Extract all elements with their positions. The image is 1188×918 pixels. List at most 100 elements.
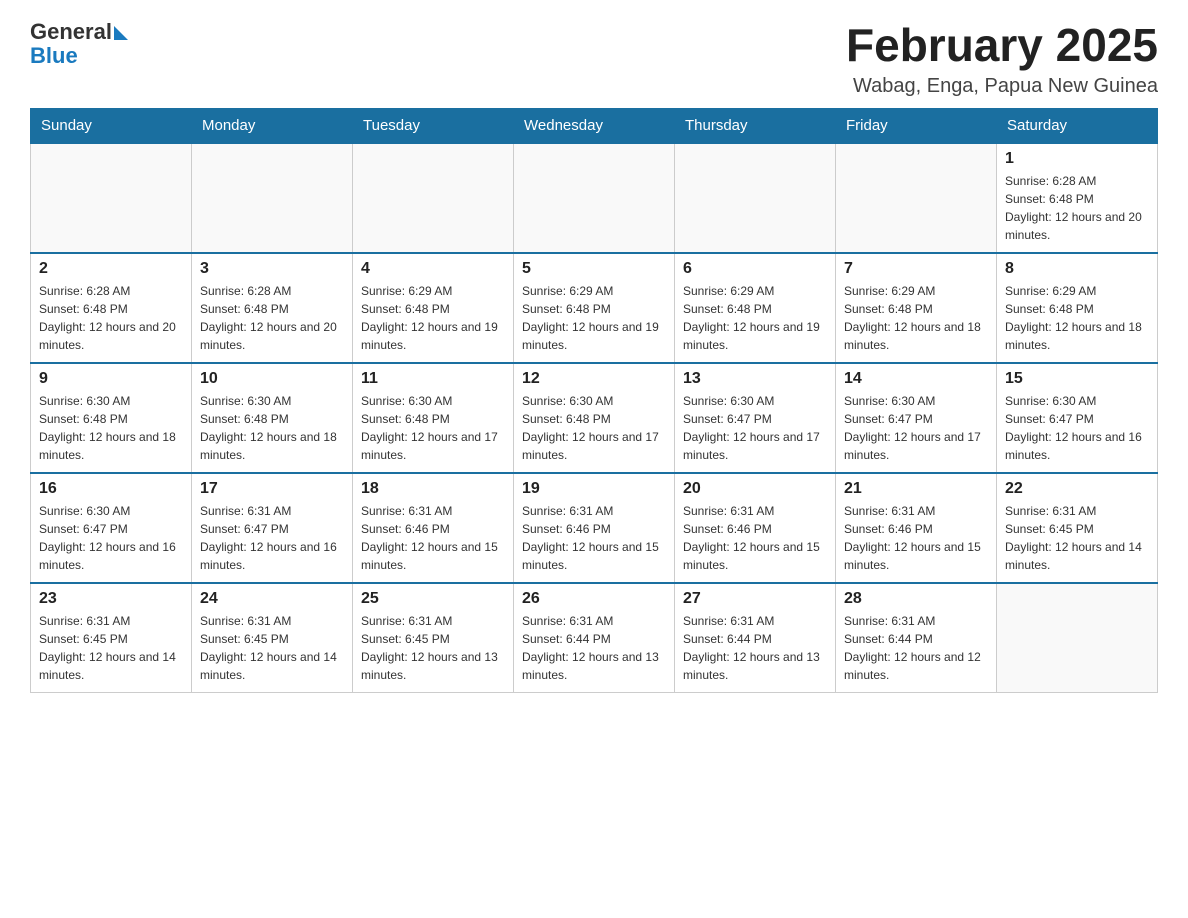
day-number: 14 — [844, 370, 988, 388]
calendar-header-row: Sunday Monday Tuesday Wednesday Thursday… — [31, 108, 1158, 143]
day-number: 25 — [361, 590, 505, 608]
day-number: 28 — [844, 590, 988, 608]
month-title: February 2025 — [846, 20, 1158, 71]
calendar-cell: 19Sunrise: 6:31 AMSunset: 6:46 PMDayligh… — [514, 473, 675, 583]
week-row-5: 23 Sunrise: 6:31 AMSunset: 6:45 PMDayligh… — [31, 583, 1158, 693]
day-info: Sunrise: 6:30 AMSunset: 6:48 PMDaylight:… — [200, 392, 344, 464]
day-number: 16 — [39, 480, 183, 498]
header-thursday: Thursday — [675, 108, 836, 143]
day-info: Sunrise: 6:30 AMSunset: 6:48 PMDaylight:… — [39, 392, 183, 464]
day-number: 13 — [683, 370, 827, 388]
day-info: Sunrise: 6:30 AMSunset: 6:47 PMDaylight:… — [844, 392, 988, 464]
day-info: Sunrise: 6:31 AMSunset: 6:46 PMDaylight:… — [844, 502, 988, 574]
calendar-cell: 8 Sunrise: 6:29 AMSunset: 6:48 PMDaylight… — [997, 253, 1158, 363]
day-info: Sunrise: 6:31 AMSunset: 6:46 PMDaylight:… — [361, 502, 505, 574]
day-info: Sunrise: 6:30 AMSunset: 6:47 PMDaylight:… — [39, 502, 183, 574]
logo-blue: Blue — [30, 43, 78, 68]
day-info: Sunrise: 6:31 AMSunset: 6:45 PMDaylight:… — [39, 612, 183, 684]
logo-triangle-icon — [114, 26, 128, 40]
day-info: Sunrise: 6:28 AMSunset: 6:48 PMDaylight:… — [1005, 172, 1149, 244]
header-sunday: Sunday — [31, 108, 192, 143]
day-info: Sunrise: 6:31 AMSunset: 6:45 PMDaylight:… — [200, 612, 344, 684]
calendar-cell — [675, 143, 836, 253]
calendar-cell: 20 Sunrise: 6:31 AMSunset: 6:46 PMDayligh… — [675, 473, 836, 583]
calendar-cell: 21 Sunrise: 6:31 AMSunset: 6:46 PMDayligh… — [836, 473, 997, 583]
day-number: 27 — [683, 590, 827, 608]
calendar-cell — [31, 143, 192, 253]
week-row-3: 9 Sunrise: 6:30 AMSunset: 6:48 PMDaylight… — [31, 363, 1158, 473]
calendar-cell: 24 Sunrise: 6:31 AMSunset: 6:45 PMDayligh… — [192, 583, 353, 693]
day-number: 18 — [361, 480, 505, 498]
calendar-cell: 25Sunrise: 6:31 AMSunset: 6:45 PMDayligh… — [353, 583, 514, 693]
day-info: Sunrise: 6:28 AMSunset: 6:48 PMDaylight:… — [200, 282, 344, 354]
day-number: 17 — [200, 480, 344, 498]
day-number: 24 — [200, 590, 344, 608]
page-header: General Blue February 2025 Wabag, Enga, … — [30, 20, 1158, 98]
calendar-cell: 4 Sunrise: 6:29 AMSunset: 6:48 PMDaylight… — [353, 253, 514, 363]
week-row-1: 1Sunrise: 6:28 AMSunset: 6:48 PMDaylight… — [31, 143, 1158, 253]
day-number: 19 — [522, 480, 666, 498]
week-row-2: 2 Sunrise: 6:28 AMSunset: 6:48 PMDaylight… — [31, 253, 1158, 363]
calendar-cell — [192, 143, 353, 253]
day-number: 7 — [844, 260, 988, 278]
calendar-cell: 13 Sunrise: 6:30 AMSunset: 6:47 PMDayligh… — [675, 363, 836, 473]
day-number: 26 — [522, 590, 666, 608]
day-number: 6 — [683, 260, 827, 278]
day-number: 11 — [361, 370, 505, 388]
day-number: 22 — [1005, 480, 1149, 498]
day-number: 9 — [39, 370, 183, 388]
calendar-cell: 22 Sunrise: 6:31 AMSunset: 6:45 PMDayligh… — [997, 473, 1158, 583]
calendar-cell — [353, 143, 514, 253]
day-info: Sunrise: 6:30 AMSunset: 6:47 PMDaylight:… — [683, 392, 827, 464]
calendar-cell: 26 Sunrise: 6:31 AMSunset: 6:44 PMDayligh… — [514, 583, 675, 693]
header-saturday: Saturday — [997, 108, 1158, 143]
calendar-cell: 3 Sunrise: 6:28 AMSunset: 6:48 PMDaylight… — [192, 253, 353, 363]
header-wednesday: Wednesday — [514, 108, 675, 143]
calendar-cell: 14 Sunrise: 6:30 AMSunset: 6:47 PMDayligh… — [836, 363, 997, 473]
day-info: Sunrise: 6:31 AMSunset: 6:47 PMDaylight:… — [200, 502, 344, 574]
calendar-cell: 18 Sunrise: 6:31 AMSunset: 6:46 PMDayligh… — [353, 473, 514, 583]
calendar-cell — [836, 143, 997, 253]
day-info: Sunrise: 6:31 AMSunset: 6:46 PMDaylight:… — [683, 502, 827, 574]
day-number: 23 — [39, 590, 183, 608]
calendar-table: Sunday Monday Tuesday Wednesday Thursday… — [30, 108, 1158, 694]
day-number: 10 — [200, 370, 344, 388]
calendar-cell: 23 Sunrise: 6:31 AMSunset: 6:45 PMDayligh… — [31, 583, 192, 693]
calendar-cell: 6Sunrise: 6:29 AMSunset: 6:48 PMDaylight… — [675, 253, 836, 363]
day-number: 3 — [200, 260, 344, 278]
calendar-cell: 1Sunrise: 6:28 AMSunset: 6:48 PMDaylight… — [997, 143, 1158, 253]
day-info: Sunrise: 6:31 AMSunset: 6:45 PMDaylight:… — [1005, 502, 1149, 574]
header-tuesday: Tuesday — [353, 108, 514, 143]
calendar-cell: 7Sunrise: 6:29 AMSunset: 6:48 PMDaylight… — [836, 253, 997, 363]
day-number: 8 — [1005, 260, 1149, 278]
day-info: Sunrise: 6:31 AMSunset: 6:44 PMDaylight:… — [522, 612, 666, 684]
day-info: Sunrise: 6:30 AMSunset: 6:47 PMDaylight:… — [1005, 392, 1149, 464]
day-info: Sunrise: 6:29 AMSunset: 6:48 PMDaylight:… — [522, 282, 666, 354]
day-info: Sunrise: 6:29 AMSunset: 6:48 PMDaylight:… — [1005, 282, 1149, 354]
day-number: 20 — [683, 480, 827, 498]
day-info: Sunrise: 6:30 AMSunset: 6:48 PMDaylight:… — [522, 392, 666, 464]
calendar-cell — [997, 583, 1158, 693]
header-friday: Friday — [836, 108, 997, 143]
day-info: Sunrise: 6:30 AMSunset: 6:48 PMDaylight:… — [361, 392, 505, 464]
day-number: 21 — [844, 480, 988, 498]
calendar-cell: 28Sunrise: 6:31 AMSunset: 6:44 PMDayligh… — [836, 583, 997, 693]
calendar-cell: 17 Sunrise: 6:31 AMSunset: 6:47 PMDayligh… — [192, 473, 353, 583]
day-number: 5 — [522, 260, 666, 278]
calendar-cell: 16 Sunrise: 6:30 AMSunset: 6:47 PMDayligh… — [31, 473, 192, 583]
calendar-cell: 27Sunrise: 6:31 AMSunset: 6:44 PMDayligh… — [675, 583, 836, 693]
calendar-cell: 2 Sunrise: 6:28 AMSunset: 6:48 PMDaylight… — [31, 253, 192, 363]
calendar-cell: 5 Sunrise: 6:29 AMSunset: 6:48 PMDaylight… — [514, 253, 675, 363]
calendar-cell: 15Sunrise: 6:30 AMSunset: 6:47 PMDayligh… — [997, 363, 1158, 473]
logo-general: General — [30, 20, 112, 44]
logo: General Blue — [30, 20, 128, 68]
day-number: 2 — [39, 260, 183, 278]
day-info: Sunrise: 6:29 AMSunset: 6:48 PMDaylight:… — [361, 282, 505, 354]
calendar-cell: 12Sunrise: 6:30 AMSunset: 6:48 PMDayligh… — [514, 363, 675, 473]
calendar-cell — [514, 143, 675, 253]
title-area: February 2025 Wabag, Enga, Papua New Gui… — [846, 20, 1158, 98]
day-number: 4 — [361, 260, 505, 278]
week-row-4: 16 Sunrise: 6:30 AMSunset: 6:47 PMDayligh… — [31, 473, 1158, 583]
day-info: Sunrise: 6:28 AMSunset: 6:48 PMDaylight:… — [39, 282, 183, 354]
location: Wabag, Enga, Papua New Guinea — [846, 75, 1158, 98]
